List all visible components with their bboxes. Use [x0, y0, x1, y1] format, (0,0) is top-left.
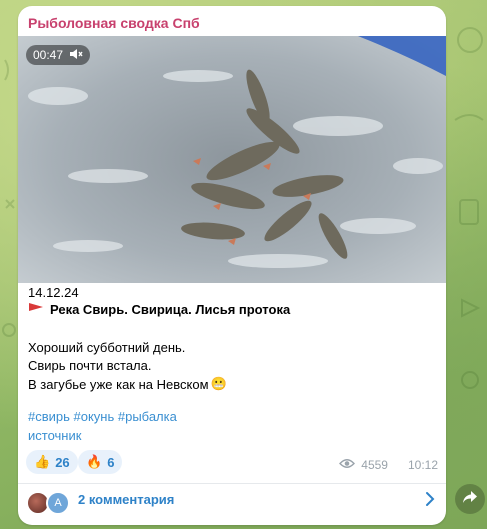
channel-post: Рыболовная сводка Спб 00:47 14.12.24 Рек…: [18, 6, 446, 525]
share-arrow-icon: [462, 490, 478, 509]
source-link[interactable]: источник: [28, 428, 81, 443]
hashtags-link[interactable]: #свирь #окунь #рыбалка: [28, 409, 177, 424]
channel-name[interactable]: Рыболовная сводка Спб: [28, 15, 200, 31]
post-text-line-3-wrap: В загубье уже как на Невском 😬: [28, 376, 227, 392]
fire-icon: 🔥: [86, 454, 103, 469]
red-flag-icon: [28, 302, 44, 317]
muted-icon[interactable]: [69, 48, 83, 63]
thumbs-up-icon: 👍: [34, 454, 51, 469]
post-date: 14.12.24: [28, 285, 79, 300]
post-time: 10:12: [407, 458, 438, 472]
post-text-line-2: Свирь почти встала.: [28, 358, 152, 373]
post-meta: 4559 10:12: [339, 458, 438, 472]
share-button[interactable]: [455, 484, 485, 514]
video-duration: 00:47: [33, 48, 64, 62]
reaction-count: 26: [55, 454, 70, 470]
view-count: 4559: [361, 458, 388, 472]
video-frame: [18, 36, 446, 283]
eye-icon: [339, 458, 356, 472]
place-text: Река Свирь. Свирица. Лисья протока: [50, 302, 291, 317]
video-duration-chip[interactable]: 00:47: [26, 45, 91, 65]
reaction-thumbs-up[interactable]: 👍 26: [26, 450, 78, 474]
video-thumbnail[interactable]: 00:47: [18, 36, 446, 283]
chevron-right-icon[interactable]: [424, 490, 436, 513]
reaction-count: 6: [107, 454, 115, 470]
grimace-emoji-icon: 😬: [210, 376, 227, 391]
comments-count-label[interactable]: 2 комментария: [78, 492, 174, 507]
post-text-line-3: В загубье уже как на Невском: [28, 376, 209, 392]
post-place: Река Свирь. Свирица. Лисья протока: [28, 302, 290, 317]
post-text-line-1: Хороший субботний день.: [28, 340, 186, 355]
commenter-avatar-letter: A: [46, 491, 70, 515]
reaction-fire[interactable]: 🔥 6: [78, 450, 123, 474]
